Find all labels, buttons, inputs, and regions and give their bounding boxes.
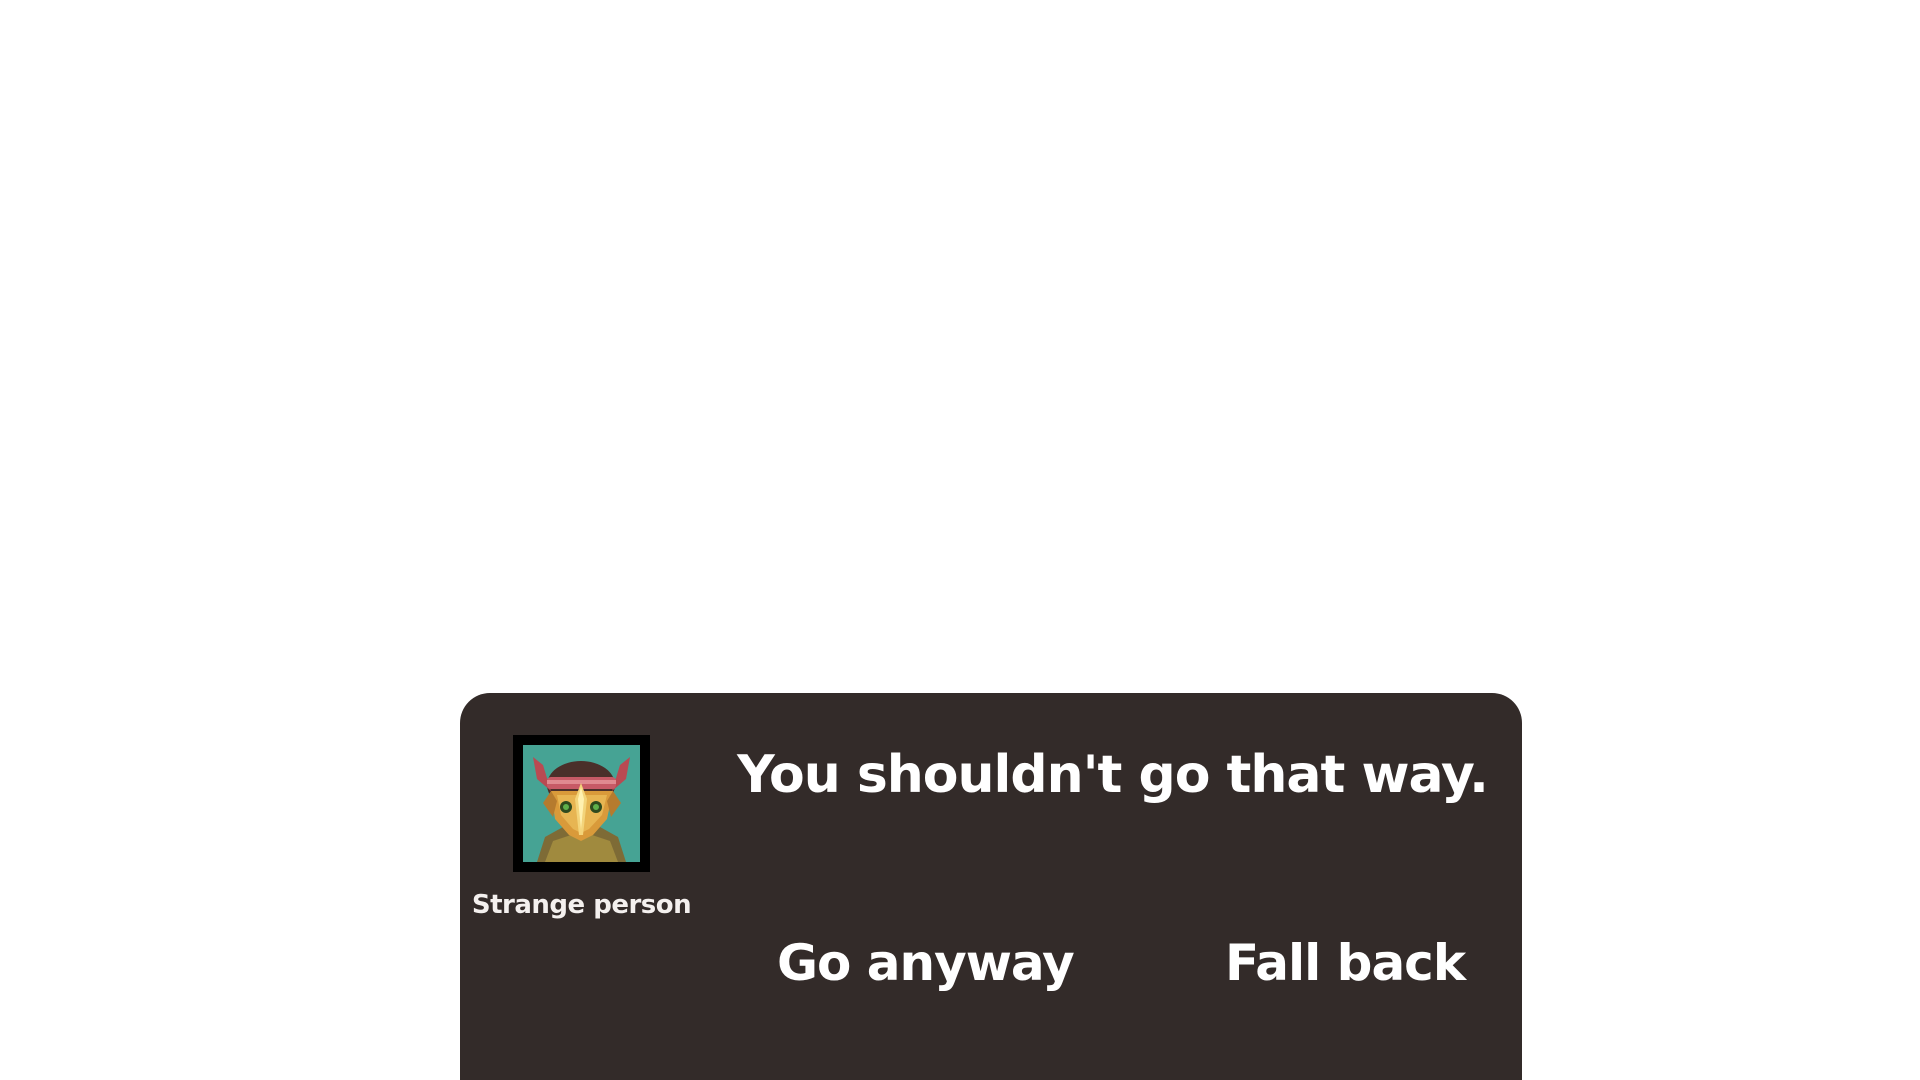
speaker-portrait xyxy=(523,745,640,862)
dialogue-message: You shouldn't go that way. xyxy=(737,745,1489,805)
masked-creature-portrait-icon xyxy=(523,745,640,862)
choice-go-anyway-button[interactable]: Go anyway xyxy=(767,930,1084,996)
dialogue-box: Strange person You shouldn't go that way… xyxy=(460,693,1522,1080)
choice-fall-back-button[interactable]: Fall back xyxy=(1215,930,1475,996)
game-screen: Strange person You shouldn't go that way… xyxy=(0,0,1920,1080)
speaker-portrait-frame xyxy=(513,735,650,872)
speaker-name: Strange person xyxy=(471,890,692,920)
